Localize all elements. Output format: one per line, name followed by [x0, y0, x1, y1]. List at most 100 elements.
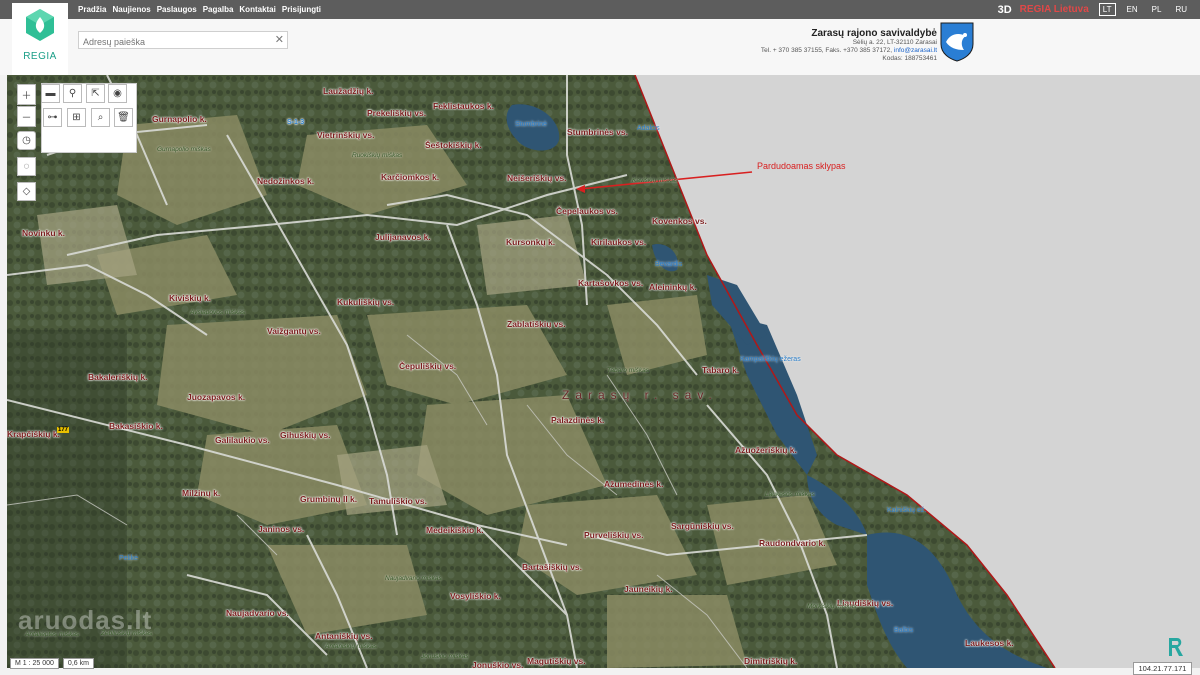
ruler-tool[interactable]: ▬	[41, 84, 60, 103]
coat-of-arms-icon	[940, 22, 974, 62]
region-label: Zarasų r. sav.	[562, 388, 718, 402]
clear-icon[interactable]: ✕	[275, 33, 284, 46]
municipality-email[interactable]: info@zarasai.lt	[894, 47, 937, 54]
municipality-address: Sėlių a. 22, LT-32110 Zarasai	[852, 39, 937, 46]
draw-shape-button[interactable]: ◇	[17, 182, 36, 201]
measure-area-tool[interactable]: ⊞	[67, 108, 86, 127]
settlement-label: Aleininkų k.	[649, 282, 697, 292]
settlement-label: Feklistaukos k.	[433, 101, 494, 111]
history-button[interactable]: ◷	[17, 131, 36, 150]
settlement-label: Bartašiškių vs.	[522, 562, 583, 572]
topbar-right: 3D REGIA Lietuva LT EN PL RU	[998, 0, 1190, 19]
forest-label: Avsiapovos miškas	[190, 309, 246, 316]
regia-lietuva-link[interactable]: REGIA Lietuva	[1020, 4, 1089, 15]
settlement-label: Čepelaukos vs.	[556, 206, 618, 216]
road-id-label: 177	[57, 427, 70, 433]
scale-distance: 0,6 km	[62, 658, 94, 669]
regia-logo-text: REGIA	[23, 51, 57, 62]
settlement-label: Janinos vs.	[258, 524, 305, 534]
ip-display: 104.21.77.171	[1133, 662, 1192, 675]
measure-distance-tool[interactable]: ⊶	[43, 108, 62, 127]
settlement-label: Sargūniškių vs.	[671, 521, 734, 531]
regia-leaf-icon	[26, 9, 54, 41]
lake-label: Kalniškių ež.	[887, 507, 927, 514]
settlement-label: Prekeliškių vs.	[367, 108, 427, 118]
3d-button[interactable]: 3D	[998, 4, 1012, 16]
delete-tool[interactable]: 🗑	[114, 108, 133, 127]
zoom-in-button[interactable]: ＋	[17, 84, 36, 105]
settlement-label: Ažuožeriškių k.	[735, 445, 797, 455]
settlement-label: Kursonkų k.	[506, 237, 556, 247]
export-tool[interactable]: ⇱	[86, 84, 105, 103]
municipality-code: Kodas: 188753461	[882, 55, 937, 62]
lang-pl-button[interactable]: PL	[1149, 4, 1165, 15]
settlement-label: Medeikiškio k.	[426, 525, 484, 535]
share-icon: ⇱	[91, 88, 100, 99]
nav-news[interactable]: Naujienos	[112, 5, 150, 14]
settlement-label: Antaniškių vs.	[315, 631, 373, 641]
lake-label: Kampališkių ežeras	[740, 356, 801, 363]
settlement-label: Milžinų k.	[182, 488, 221, 498]
municipality-info: Zarasų rajono savivaldybė Sėlių a. 22, L…	[740, 28, 937, 63]
map-view[interactable]: Laužadžių k. Prekeliškių vs. Feklistauko…	[7, 75, 1200, 668]
zoom-out-button[interactable]: －	[17, 106, 36, 127]
area-icon: ⊞	[72, 112, 81, 123]
locate-icon: ◌	[23, 161, 30, 172]
lang-ru-button[interactable]: RU	[1172, 4, 1190, 15]
forest-label: Morkiškių miškas	[807, 603, 857, 610]
forest-label: Gurnapolio miškas	[157, 146, 211, 153]
top-bar: Pradžia Naujienos Paslaugos Pagalba Kont…	[0, 0, 1200, 19]
address-search[interactable]: ✕	[78, 31, 288, 50]
settlement-label: Šeštokiškių k.	[425, 140, 482, 150]
settlement-label: Karčiomkos k.	[381, 172, 440, 182]
nav-login[interactable]: Prisijungti	[282, 5, 321, 14]
forest-label: Tabaro miškas	[607, 367, 650, 374]
nav-contacts[interactable]: Kontaktai	[239, 5, 275, 14]
forest-label: Ruokiškių miškas	[352, 152, 403, 159]
settlement-label: Kartašovkos vs.	[578, 278, 644, 288]
settlement-label: Palazdinės k.	[551, 415, 605, 425]
search-input[interactable]	[79, 34, 277, 50]
trash-icon: 🗑	[117, 112, 130, 123]
settlement-label: Laukesos k.	[965, 638, 1014, 648]
search-area-tool[interactable]: ⌕	[91, 108, 110, 127]
lake-label: Pelikė	[119, 555, 139, 562]
settlement-label: Stumbrinės vs.	[567, 127, 628, 137]
settlement-label: Raudondvario k.	[759, 538, 826, 548]
lang-lt-button[interactable]: LT	[1098, 3, 1116, 16]
settlement-label: Laužadžių k.	[323, 86, 374, 96]
nav-home[interactable]: Pradžia	[78, 5, 106, 14]
polygon-icon: ◇	[22, 186, 31, 197]
lang-en-button[interactable]: EN	[1124, 4, 1141, 15]
regia-logo[interactable]: REGIA	[12, 3, 68, 75]
nav-help[interactable]: Pagalba	[203, 5, 234, 14]
settlement-label: Jonuškio vs.	[472, 660, 524, 668]
marker-tool[interactable]: ⚲	[63, 84, 82, 103]
map-background	[7, 75, 1200, 668]
forest-label: Laukesos miškas	[765, 491, 815, 498]
settlement-label: Gihuškių vs.	[280, 430, 331, 440]
settlement-label: Magutiškių vs.	[527, 656, 586, 666]
forest-label: Kaviškių miškas	[632, 177, 679, 184]
nav-services[interactable]: Paslaugos	[157, 5, 197, 14]
lake-label: Adalcis	[637, 125, 660, 132]
settlement-label: Gurnapolio k.	[152, 114, 207, 124]
settlement-label: Kovenkos vs.	[652, 216, 707, 226]
measure-icon: ⊶	[47, 112, 58, 123]
settlement-label: Ažumedinės k.	[604, 479, 664, 489]
settlement-label: Kukuliškių vs.	[337, 297, 395, 307]
settlement-label: Vaižgantų vs.	[267, 326, 321, 336]
settlement-label: Bakasiškio k.	[109, 421, 163, 431]
settlement-label: Vietrinškių vs.	[317, 130, 375, 140]
point-tool[interactable]: ◉	[108, 84, 127, 103]
settlement-label: Zablatiškių vs.	[507, 319, 566, 329]
settlement-label: Nedožinkos k.	[257, 176, 315, 186]
municipality-contact: Tel. + 370 385 37155, Faks. +370 385 371…	[740, 47, 937, 55]
settlement-label: Neišeriškių vs.	[507, 173, 567, 183]
minus-icon: －	[21, 113, 32, 124]
search-icon: ⌕	[97, 112, 104, 123]
settlement-label: Tamuliškio vs.	[369, 496, 427, 506]
plot-annotation: Pardudoamas sklypas	[757, 161, 846, 171]
settlement-label: Dimitriškių k.	[744, 656, 798, 666]
locate-button[interactable]: ◌	[17, 157, 36, 176]
